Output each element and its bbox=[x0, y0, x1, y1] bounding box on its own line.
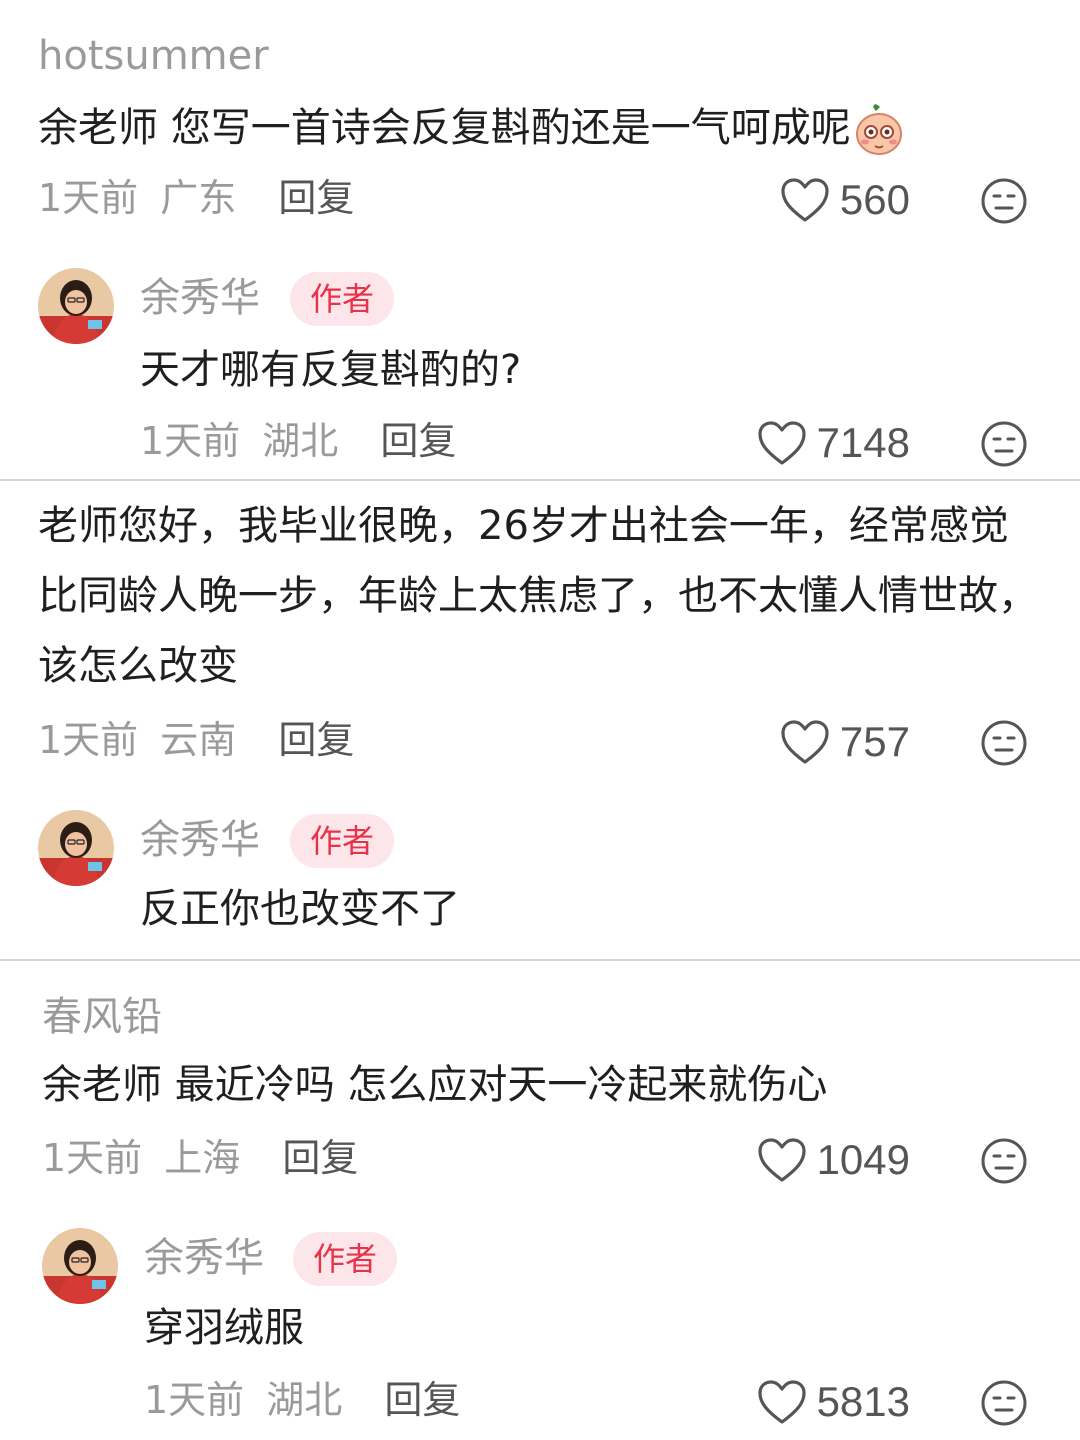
reply-location: 湖北 bbox=[266, 1378, 343, 1422]
author-reply-meta: 1天前 湖北 回复 bbox=[144, 1378, 460, 1422]
reply-button[interactable]: 回复 bbox=[380, 419, 456, 463]
like-button[interactable]: 560 bbox=[780, 177, 910, 223]
like-button[interactable]: 757 bbox=[780, 719, 910, 765]
comment-meta: 1天前 云南 回复 bbox=[38, 718, 354, 762]
reply-time: 1天前 bbox=[144, 1378, 245, 1422]
comment-meta: 1天前 上海 回复 bbox=[42, 1136, 358, 1180]
comment-location: 上海 bbox=[164, 1136, 241, 1180]
heart-outline-icon bbox=[757, 421, 806, 465]
comment-location: 广东 bbox=[160, 176, 237, 220]
neutral-face-icon[interactable] bbox=[980, 1379, 1028, 1427]
reply-time: 1天前 bbox=[140, 419, 241, 463]
like-button[interactable]: 5813 bbox=[757, 1379, 910, 1425]
heart-outline-icon bbox=[757, 1138, 806, 1182]
like-count: 560 bbox=[839, 176, 910, 223]
reply-button[interactable]: 回复 bbox=[384, 1378, 460, 1422]
like-button[interactable]: 7148 bbox=[757, 420, 910, 466]
reply-button[interactable]: 回复 bbox=[282, 1136, 358, 1180]
neutral-face-icon[interactable] bbox=[980, 719, 1028, 767]
comment-time: 1天前 bbox=[38, 176, 139, 220]
comment-username[interactable]: 春风铅 bbox=[42, 995, 162, 1039]
comment-2: 老师您好，我毕业很晚，26岁才出社会一年，经常感觉比同龄人晚一步，年龄上太焦虑了… bbox=[0, 481, 1080, 959]
heart-outline-icon bbox=[757, 1380, 806, 1424]
author-reply-meta: 1天前 湖北 回复 bbox=[140, 419, 456, 463]
avatar[interactable] bbox=[38, 268, 114, 344]
comment-meta: 1天前 广东 回复 bbox=[38, 176, 354, 220]
reply-button[interactable]: 回复 bbox=[278, 718, 354, 762]
like-button[interactable]: 1049 bbox=[757, 1137, 910, 1183]
comment-time: 1天前 bbox=[42, 1136, 143, 1180]
like-count: 1049 bbox=[816, 1136, 910, 1183]
reply-button[interactable]: 回复 bbox=[278, 176, 354, 220]
author-reply-text[interactable]: 天才哪有反复斟酌的? bbox=[140, 348, 521, 392]
author-badge: 作者 bbox=[290, 814, 395, 868]
author-username[interactable]: 余秀华 bbox=[144, 1236, 264, 1280]
avatar[interactable] bbox=[38, 810, 114, 886]
like-count: 5813 bbox=[816, 1378, 910, 1425]
comment-location: 云南 bbox=[160, 718, 237, 762]
neutral-face-icon[interactable] bbox=[980, 177, 1028, 225]
author-username[interactable]: 余秀华 bbox=[140, 276, 260, 320]
comment-text-body: 余老师 您写一首诗会反复斟酌还是一气呵成呢 bbox=[38, 105, 851, 151]
comment-3: 春风铅 余老师 最近冷吗 怎么应对天一冷起来就伤心 1天前 上海 回复 1049… bbox=[0, 961, 1080, 1440]
blush-cartoon-icon bbox=[851, 102, 907, 158]
comment-text[interactable]: 余老师 最近冷吗 怎么应对天一冷起来就伤心 bbox=[42, 1063, 827, 1107]
like-count: 757 bbox=[839, 718, 910, 765]
avatar[interactable] bbox=[42, 1228, 118, 1304]
comment-username[interactable]: hotsummer bbox=[38, 34, 269, 78]
neutral-face-icon[interactable] bbox=[980, 1137, 1028, 1185]
heart-outline-icon bbox=[781, 178, 829, 222]
like-count: 7148 bbox=[816, 419, 910, 466]
author-reply-text[interactable]: 反正你也改变不了 bbox=[140, 887, 460, 931]
author-badge: 作者 bbox=[293, 1232, 398, 1286]
reply-location: 湖北 bbox=[262, 419, 339, 463]
comment-time: 1天前 bbox=[38, 718, 139, 762]
neutral-face-icon[interactable] bbox=[980, 420, 1028, 468]
comment-text[interactable]: 老师您好，我毕业很晚，26岁才出社会一年，经常感觉比同龄人晚一步，年龄上太焦虑了… bbox=[38, 491, 1038, 701]
author-reply-text[interactable]: 穿羽绒服 bbox=[144, 1306, 304, 1350]
comment-text[interactable]: 余老师 您写一首诗会反复斟酌还是一气呵成呢 bbox=[38, 102, 907, 158]
author-badge: 作者 bbox=[290, 272, 395, 326]
author-username[interactable]: 余秀华 bbox=[140, 818, 260, 862]
comment-1: hotsummer 余老师 您写一首诗会反复斟酌还是一气呵成呢 1天前 广东 回… bbox=[0, 0, 1080, 480]
heart-outline-icon bbox=[781, 720, 829, 764]
